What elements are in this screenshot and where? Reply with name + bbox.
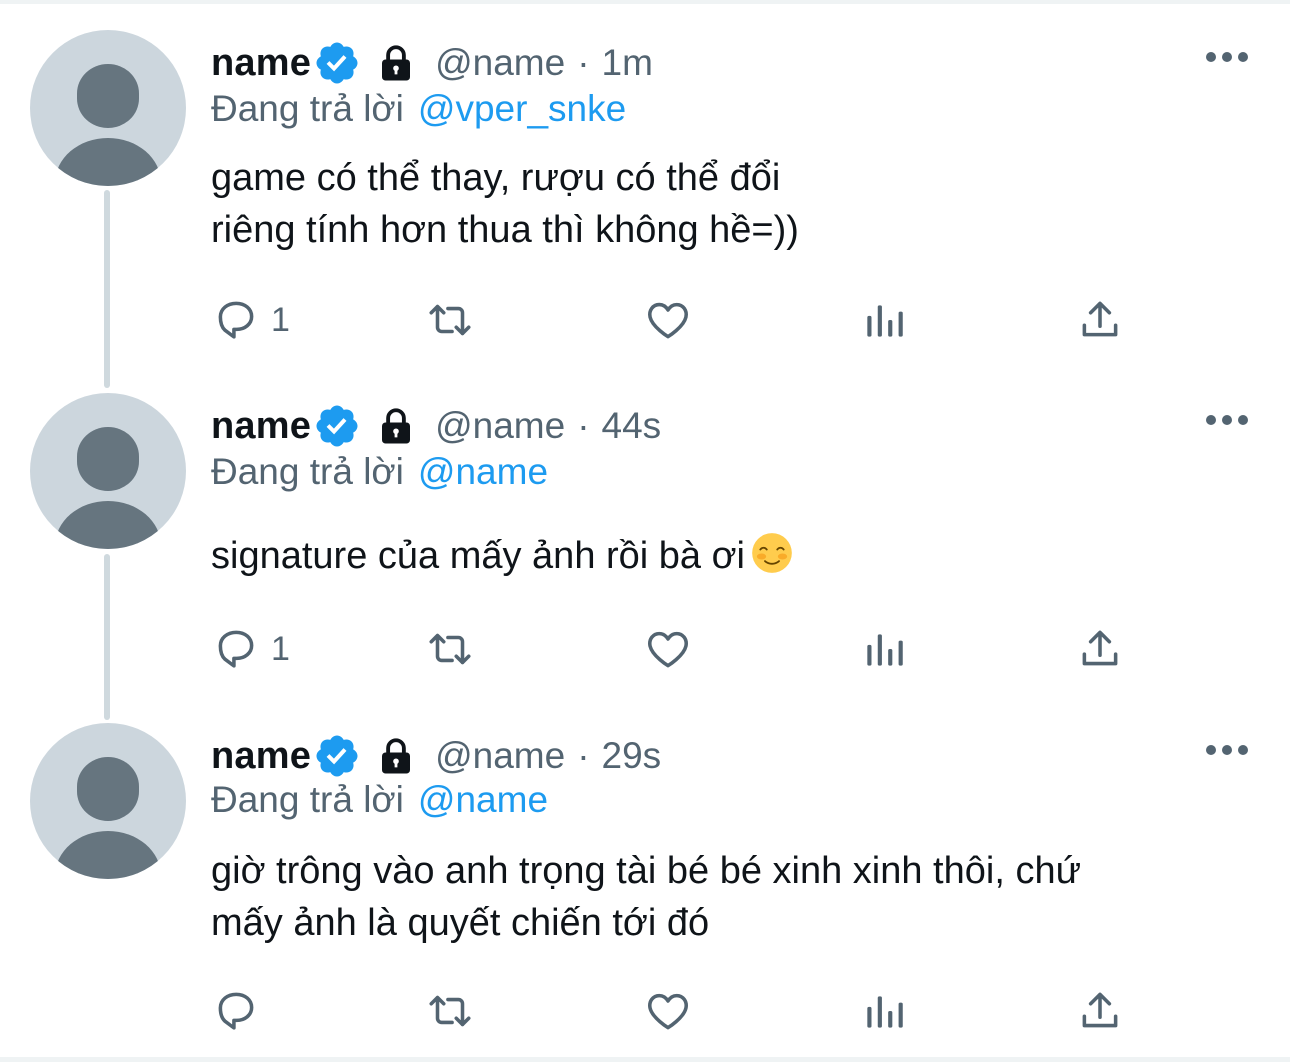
replying-to: Đang trả lời @vper_snke — [211, 88, 626, 130]
retweet-icon — [429, 633, 471, 665]
retweet-icon — [429, 304, 471, 336]
share-icon — [1082, 992, 1118, 1028]
timestamp[interactable]: 29s — [602, 735, 662, 777]
separator-dot: · — [577, 405, 590, 446]
like-icon — [648, 631, 688, 668]
analytics-icon — [867, 305, 903, 337]
share-icon — [1082, 301, 1118, 337]
timestamp[interactable]: 1m — [602, 42, 653, 84]
retweet-icon — [429, 995, 471, 1027]
tweet-header: name @name · 29s — [211, 731, 661, 781]
display-name[interactable]: name — [211, 42, 311, 85]
lock-icon — [382, 45, 411, 81]
tweet-text-line: game có thể thay, rượu có thể đổi — [211, 157, 781, 199]
tweet[interactable]: name @name · 29s Đang trả lời @name giờ t… — [0, 723, 1290, 1053]
tweet-text-line: signature của mấy ảnh rồi bà ơi — [211, 530, 793, 582]
like-icon — [648, 993, 688, 1030]
tweet-text-line: giờ trông vào anh trọng tài bé bé xinh x… — [211, 850, 1082, 892]
action-bar: 1 — [211, 294, 1131, 346]
handle[interactable]: @name — [435, 405, 565, 447]
reply-mention-link[interactable]: @name — [418, 779, 548, 820]
tweet-text: giờ trông vào anh trọng tài bé bé xinh x… — [211, 845, 1081, 949]
smiling-face-emoji — [752, 533, 792, 573]
like-button[interactable] — [643, 294, 693, 346]
more-icon[interactable] — [1206, 743, 1248, 757]
verified-badge-icon — [316, 42, 358, 84]
timestamp[interactable]: 44s — [602, 405, 662, 447]
tweet[interactable]: name @name · 44s Đang trả lời @name signa… — [0, 393, 1290, 693]
reply-count: 1 — [271, 300, 290, 339]
display-name[interactable]: name — [211, 405, 311, 448]
analytics-button[interactable] — [859, 985, 909, 1037]
reply-button[interactable] — [211, 985, 271, 1037]
verified-badge-icon — [316, 405, 358, 447]
analytics-icon — [867, 996, 903, 1028]
reply-count: 1 — [271, 629, 290, 668]
tweet-header: name @name · 1m — [211, 38, 653, 88]
display-name[interactable]: name — [211, 735, 311, 778]
separator-dot: · — [577, 735, 590, 776]
lock-icon — [382, 738, 411, 774]
like-button[interactable] — [643, 985, 693, 1037]
replying-to: Đang trả lời @name — [211, 779, 548, 821]
reply-mention-link[interactable]: @vper_snke — [418, 88, 626, 129]
avatar[interactable] — [30, 393, 186, 549]
tweet-text-line: mấy ảnh là quyết chiến tới đó — [211, 902, 710, 944]
like-icon — [648, 302, 688, 339]
replying-to: Đang trả lời @name — [211, 451, 548, 493]
like-button[interactable] — [643, 623, 693, 675]
reply-button[interactable]: 1 — [211, 294, 290, 346]
retweet-button[interactable] — [425, 985, 475, 1037]
top-divider — [0, 0, 1290, 4]
analytics-button[interactable] — [859, 294, 909, 346]
tweet-text-line: riêng tính hơn thua thì không hề=)) — [211, 209, 799, 251]
handle[interactable]: @name — [435, 42, 565, 84]
share-icon — [1082, 630, 1118, 666]
more-icon[interactable] — [1206, 413, 1248, 427]
verified-badge-icon — [316, 735, 358, 777]
avatar[interactable] — [30, 30, 186, 186]
retweet-button[interactable] — [425, 294, 475, 346]
avatar[interactable] — [30, 723, 186, 879]
reply-icon — [218, 301, 254, 339]
share-button[interactable] — [1075, 985, 1125, 1037]
replying-to-label: Đang trả lời — [211, 451, 404, 492]
retweet-button[interactable] — [425, 623, 475, 675]
reply-icon — [218, 630, 254, 668]
tweet-text: signature của mấy ảnh rồi bà ơi — [211, 530, 793, 582]
analytics-icon — [867, 634, 903, 666]
tweet-text: game có thể thay, rượu có thể đổi riêng … — [211, 152, 799, 256]
action-bar — [211, 985, 1131, 1037]
bottom-divider — [0, 1057, 1290, 1062]
handle[interactable]: @name — [435, 735, 565, 777]
more-icon[interactable] — [1206, 50, 1248, 64]
reply-icon — [218, 992, 254, 1030]
share-button[interactable] — [1075, 294, 1125, 346]
action-bar: 1 — [211, 623, 1131, 675]
replying-to-label: Đang trả lời — [211, 88, 404, 129]
share-button[interactable] — [1075, 623, 1125, 675]
analytics-button[interactable] — [859, 623, 909, 675]
reply-mention-link[interactable]: @name — [418, 451, 548, 492]
separator-dot: · — [577, 42, 590, 83]
tweet-header: name @name · 44s — [211, 401, 661, 451]
lock-icon — [382, 408, 411, 444]
tweet[interactable]: name @name · 1m Đang trả lời @vper_snke g… — [0, 30, 1290, 360]
replying-to-label: Đang trả lời — [211, 779, 404, 820]
reply-button[interactable]: 1 — [211, 623, 290, 675]
